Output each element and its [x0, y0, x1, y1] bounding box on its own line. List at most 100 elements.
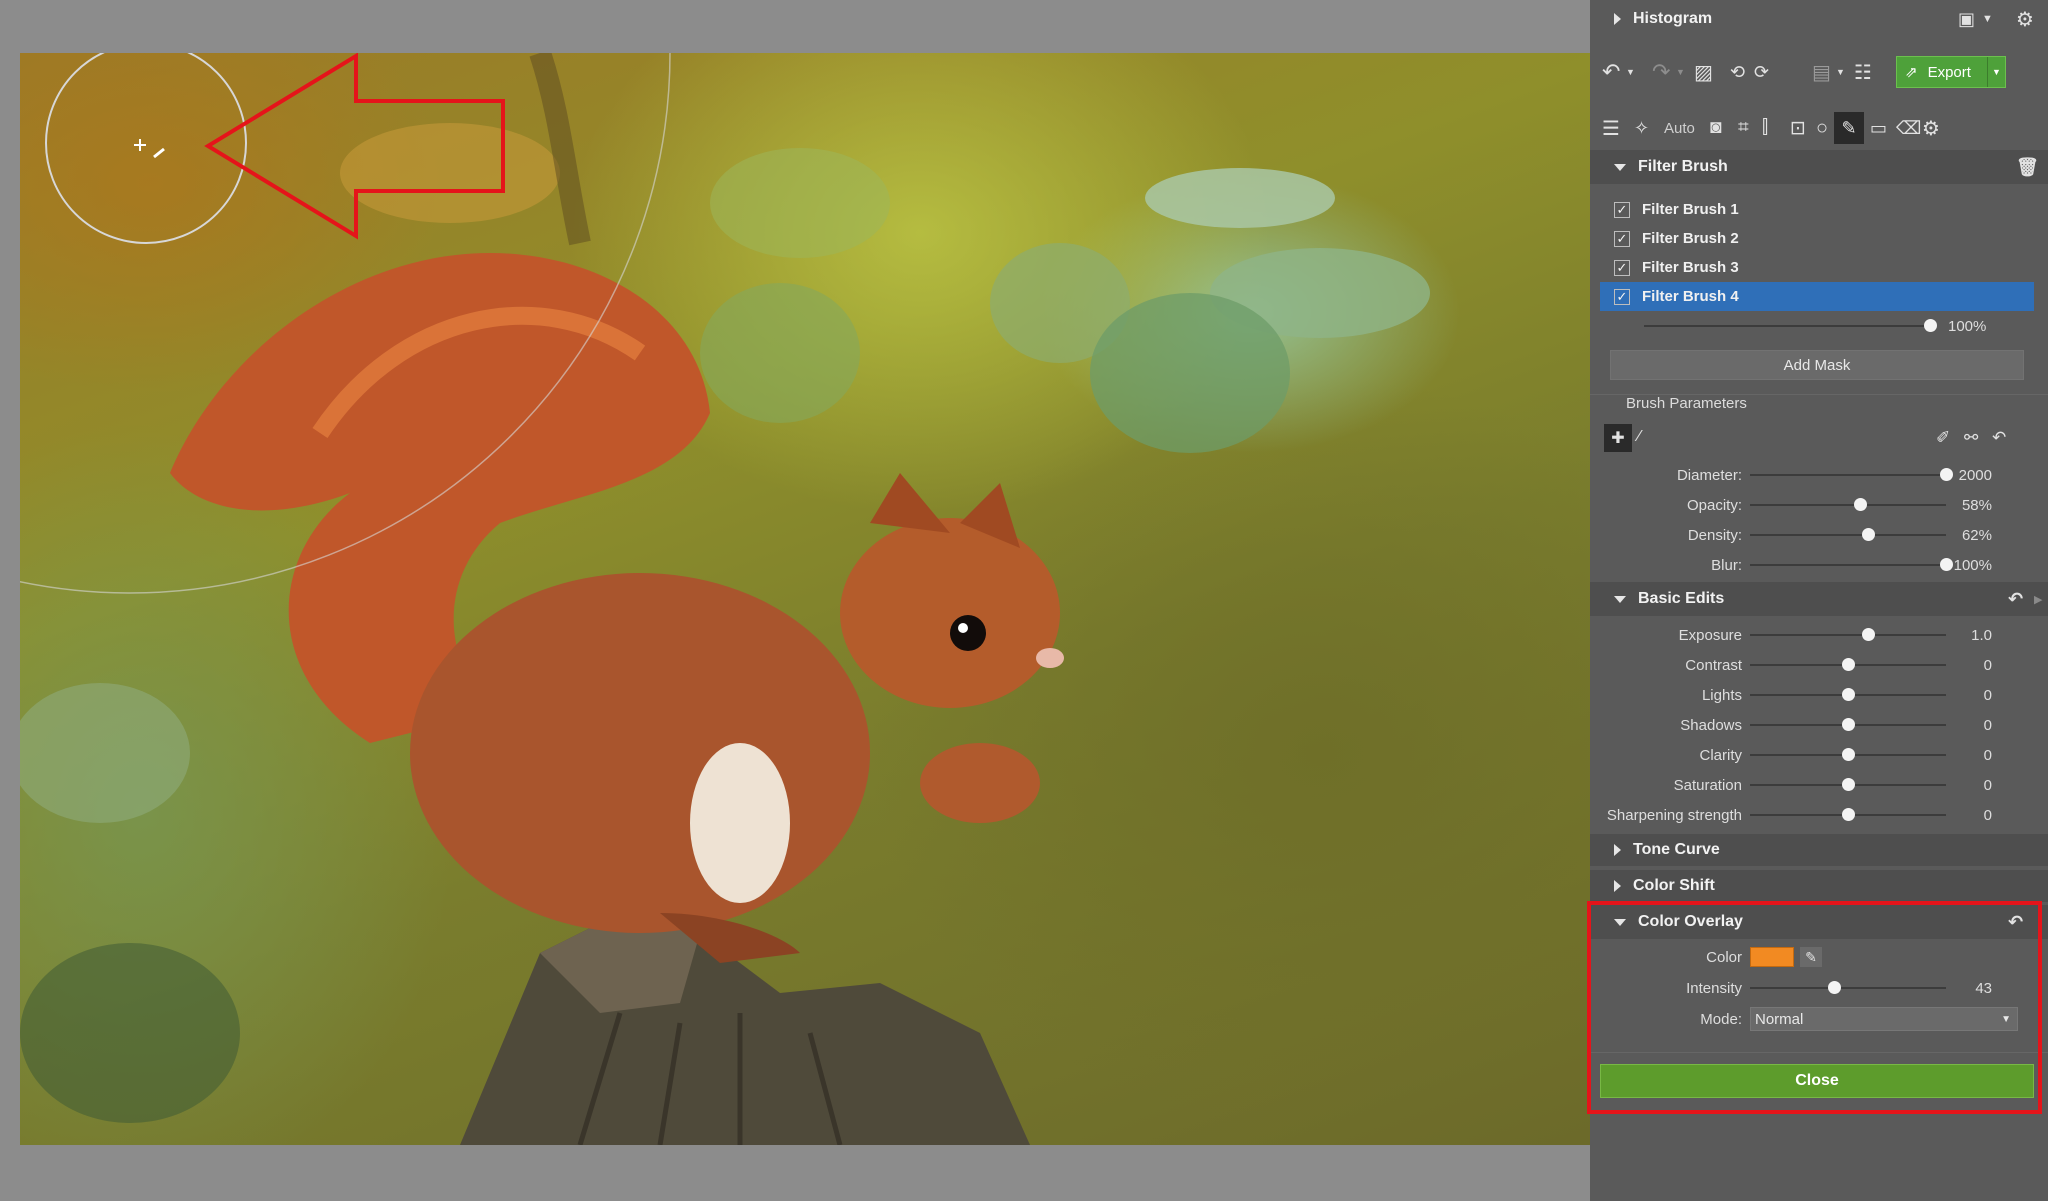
visibility-checkbox[interactable]: ✓ [1614, 259, 1630, 276]
brush-param-row: Opacity: 58% [1590, 490, 2048, 520]
filter-brush-tool-icon[interactable]: ✎ [1834, 112, 1864, 144]
export-button[interactable]: ⇗ Export ▼ [1896, 56, 2006, 88]
slider-knob[interactable] [1853, 498, 1867, 511]
canvas-area[interactable] [0, 0, 1590, 1201]
basic-edit-label: Shadows [1680, 716, 1742, 734]
basic-edit-row: Contrast 0 [1590, 650, 2048, 680]
camera-icon[interactable]: ▣ [1958, 9, 1975, 30]
rotate-right-icon[interactable]: ⟳ [1754, 62, 1769, 83]
save-dropdown-icon[interactable]: ▼ [1836, 67, 1845, 77]
slider-knob[interactable] [1842, 718, 1855, 731]
slider-knob[interactable] [1842, 778, 1855, 791]
collapse-icon [1614, 595, 1626, 603]
filter-brush-item-3[interactable]: ✓ Filter Brush 3 [1590, 253, 2048, 282]
redo-dropdown-icon[interactable]: ▼ [1676, 67, 1685, 77]
trash-icon[interactable]: 🗑 [2016, 157, 2039, 178]
brush-param-value: 2000 [1958, 466, 1992, 484]
brush-mode-row: ✚ ⁄ ✐ ⚯ ↶ [1590, 422, 2048, 456]
histogram-header[interactable]: Histogram ▣ ▼ ⚙ [1590, 0, 2048, 38]
slider-knob[interactable] [1940, 558, 1953, 571]
basic-edit-slider[interactable] [1750, 688, 1946, 701]
image-icon[interactable]: ▨ [1694, 60, 1713, 85]
camera-tool-icon[interactable]: ◙ [1710, 117, 1721, 139]
visibility-checkbox[interactable]: ✓ [1614, 288, 1630, 305]
brush-param-value: 100% [1953, 556, 1992, 574]
color-shift-header[interactable]: Color Shift [1590, 870, 2048, 902]
slider-knob[interactable] [1842, 688, 1855, 701]
color-shift-title: Color Shift [1633, 877, 1715, 894]
basic-edit-value: 0 [1983, 686, 1992, 704]
collapse-icon [1614, 163, 1626, 171]
adjustments-icon[interactable]: ☰ [1602, 116, 1620, 141]
gradient-filter-icon[interactable]: ▭ [1870, 118, 1887, 139]
canvas-bottom-strip [0, 1145, 1590, 1201]
brush-param-value: 62% [1961, 526, 1992, 544]
slider-knob[interactable] [1924, 319, 1937, 332]
tone-curve-header[interactable]: Tone Curve [1590, 834, 2048, 866]
slider-knob[interactable] [1861, 628, 1875, 641]
basic-edit-slider[interactable] [1750, 778, 1946, 791]
basic-edit-value: 0 [1983, 746, 1992, 764]
histogram-title: Histogram [1633, 10, 1713, 27]
perspective-icon[interactable]: ⫿ [1762, 117, 1768, 139]
filter-brush-item-2[interactable]: ✓ Filter Brush 2 [1590, 224, 2048, 253]
eraser-icon[interactable]: ⌫ [1896, 118, 1921, 139]
filter-brush-title: Filter Brush [1638, 158, 1728, 175]
tool-settings-gear-icon[interactable]: ⚙ [1922, 116, 1940, 141]
reset-icon[interactable]: ↶ [1992, 428, 2006, 448]
slider-knob[interactable] [1842, 748, 1855, 761]
basic-edit-slider[interactable] [1750, 658, 1946, 671]
brush-add-icon[interactable]: ✚ [1604, 424, 1632, 452]
presets-icon[interactable]: ☷ [1854, 60, 1872, 85]
basic-edits-header[interactable]: Basic Edits ↶ ▶ [1590, 582, 2048, 616]
brush-param-slider[interactable] [1750, 558, 1953, 571]
brush-param-slider[interactable] [1750, 528, 1946, 541]
visibility-checkbox[interactable]: ✓ [1614, 230, 1630, 247]
chevron-down-icon[interactable]: ▼ [1982, 13, 1993, 25]
link-icon[interactable]: ⚯ [1964, 428, 1978, 448]
auto-wand-icon[interactable]: ✧ [1634, 118, 1649, 139]
filter-brush-item-4[interactable]: ✓ Filter Brush 4 [1600, 282, 2034, 311]
settings-gear-icon[interactable]: ⚙ [2016, 7, 2034, 32]
slider-knob[interactable] [1842, 808, 1855, 821]
basic-edit-slider[interactable] [1750, 748, 1946, 761]
slider-knob[interactable] [1940, 468, 1953, 481]
undo-icon[interactable]: ↶ [1602, 59, 1620, 85]
basic-edit-label: Clarity [1699, 746, 1742, 764]
brush-param-row: Density: 62% [1590, 520, 2048, 550]
text-frame-icon[interactable]: ⊡ [1790, 117, 1806, 140]
visibility-checkbox[interactable]: ✓ [1614, 201, 1630, 218]
slider-knob[interactable] [1842, 658, 1855, 671]
filter-brush-item-1[interactable]: ✓ Filter Brush 1 [1590, 195, 2048, 224]
basic-edit-slider[interactable] [1750, 808, 1946, 821]
basic-edit-slider[interactable] [1750, 718, 1946, 731]
slider-knob[interactable] [1861, 528, 1875, 541]
filter-brush-header[interactable]: Filter Brush 🗑 [1590, 150, 2048, 184]
export-dropdown-icon[interactable]: ▼ [1987, 57, 2005, 87]
radial-filter-icon[interactable]: ○ [1816, 117, 1828, 140]
brush-param-label: Opacity: [1686, 496, 1742, 514]
brush-item-label: Filter Brush 4 [1642, 288, 1739, 305]
tools-row: ☰ ✧ Auto ◙ ⌗ ⫿ ⊡ ○ ✎ ▭ ⌫ ⚙ [1590, 108, 2048, 148]
brush-param-slider[interactable] [1750, 498, 1946, 511]
photo-squirrel[interactable] [20, 53, 1590, 1145]
scroll-arrow-icon[interactable]: ▶ [2034, 593, 2042, 606]
basic-edit-label: Contrast [1685, 656, 1742, 674]
mask-opacity-slider[interactable] [1644, 319, 1937, 332]
redo-icon[interactable]: ↷ [1652, 59, 1670, 85]
crop-icon[interactable]: ⌗ [1738, 117, 1749, 139]
rotate-left-icon[interactable]: ⟲ [1730, 62, 1745, 83]
brush-erase-icon[interactable]: ⁄ [1638, 428, 1641, 446]
brush-param-row: Blur: 100% [1590, 550, 2048, 580]
reset-icon[interactable]: ↶ [2008, 589, 2023, 610]
basic-edit-row: Sharpening strength 0 [1590, 800, 2048, 830]
save-icon[interactable]: ▤ [1812, 60, 1831, 85]
export-icon: ⇗ [1905, 64, 1918, 81]
undo-dropdown-icon[interactable]: ▼ [1626, 67, 1635, 77]
brush-color-icon[interactable]: ✐ [1936, 428, 1950, 448]
add-mask-button[interactable]: Add Mask [1610, 350, 2024, 380]
basic-edit-label: Sharpening strength [1606, 806, 1742, 824]
auto-button[interactable]: Auto [1664, 120, 1695, 137]
basic-edit-slider[interactable] [1750, 628, 1946, 641]
brush-param-slider[interactable] [1750, 468, 1953, 481]
